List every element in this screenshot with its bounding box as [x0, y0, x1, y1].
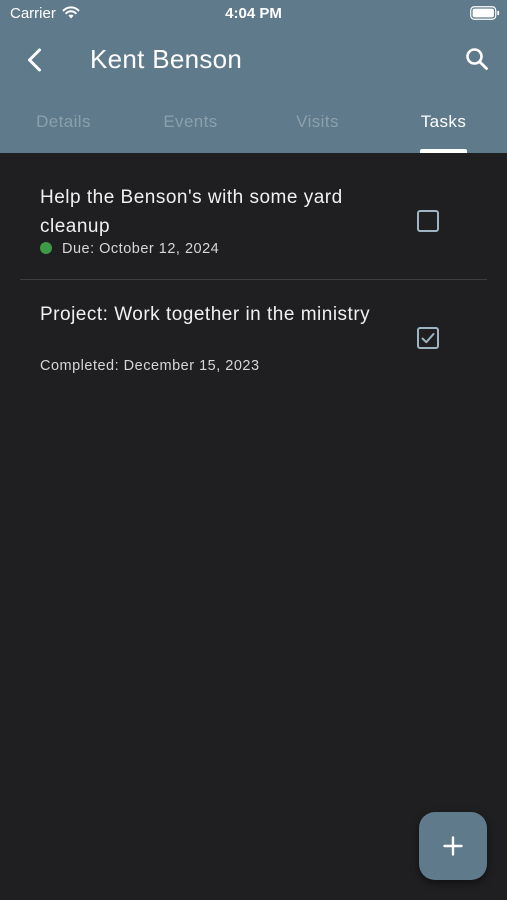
task-completed-date: Completed: December 15, 2023	[40, 358, 260, 374]
page-title: Kent Benson	[90, 44, 243, 74]
search-icon[interactable]	[464, 46, 490, 72]
status-bar: Carrier 4:04 PM	[0, 0, 507, 28]
status-dot	[40, 242, 52, 254]
task-title: Help the Benson's with some yard cleanup	[40, 187, 343, 237]
add-task-button[interactable]	[419, 812, 487, 880]
task-due-date: Due: October 12, 2024	[40, 241, 219, 257]
task-meta-text: Due: October 12, 2024	[62, 241, 220, 257]
checkbox-checked-icon[interactable]	[416, 326, 440, 350]
tab-details[interactable]: Details	[0, 102, 127, 153]
tab-bar: Details Events Visits Tasks	[0, 102, 507, 153]
active-tab-indicator	[420, 149, 467, 153]
tab-tasks[interactable]: Tasks	[380, 102, 507, 153]
screen: Carrier 4:04 PM Kent Benson Details Even…	[0, 0, 507, 900]
tab-events[interactable]: Events	[127, 102, 254, 153]
checkbox-unchecked-icon[interactable]	[416, 209, 440, 233]
status-time: 4:04 PM	[225, 5, 282, 22]
tab-visits[interactable]: Visits	[254, 102, 381, 153]
back-chevron-icon[interactable]	[22, 45, 50, 75]
plus-icon	[443, 836, 463, 856]
app-header: Carrier 4:04 PM Kent Benson Details Even…	[0, 0, 507, 153]
battery-icon	[470, 6, 500, 20]
task-title: Project: Work together in the ministry	[40, 304, 371, 325]
divider	[20, 279, 487, 280]
